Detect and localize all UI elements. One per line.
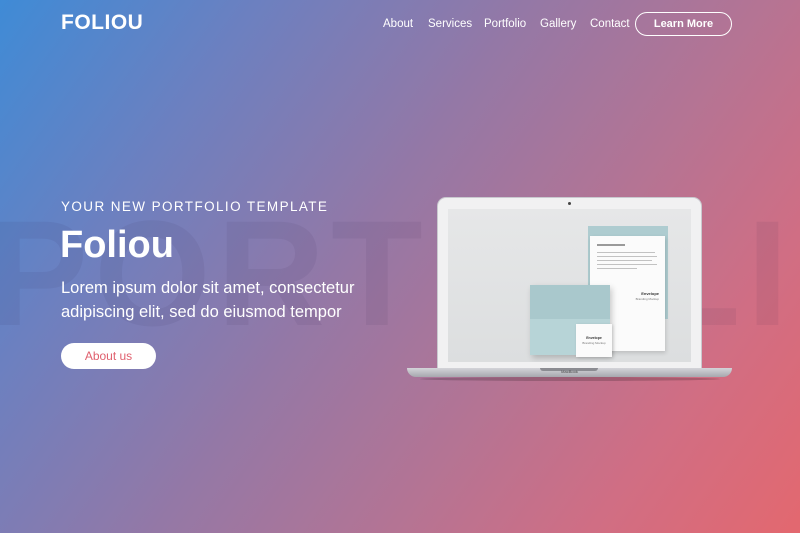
letter-text-line [597, 268, 637, 269]
laptop-shadow [420, 377, 720, 381]
laptop-screen: Envelope Branding Mockup Envelope Brandi… [448, 209, 691, 362]
laptop-camera [568, 202, 571, 205]
letter-heading-line [597, 244, 625, 246]
nav-item-contact[interactable]: Contact [590, 16, 630, 32]
logo[interactable]: FOLIOU [61, 11, 143, 35]
nav-item-services[interactable]: Services [428, 16, 472, 32]
envelope-card: Envelope Branding Mockup [576, 324, 612, 357]
nav-item-portfolio[interactable]: Portfolio [484, 16, 526, 32]
learn-more-button[interactable]: Learn More [635, 12, 732, 36]
letter-title: Envelope [641, 291, 659, 296]
card-subtitle: Branding Mockup [582, 341, 606, 345]
nav-item-gallery[interactable]: Gallery [540, 16, 576, 32]
nav-item-about[interactable]: About [383, 16, 413, 32]
letter-text-line [597, 252, 655, 253]
laptop-mockup: Envelope Branding Mockup Envelope Brandi… [437, 197, 702, 368]
hero-title: Foliou [60, 224, 174, 266]
hero-kicker: YOUR NEW PORTFOLIO TEMPLATE [61, 199, 329, 214]
laptop-brand-label: MacBook [561, 369, 578, 374]
card-title: Envelope [586, 336, 602, 340]
laptop-base: MacBook [407, 368, 732, 377]
letter-text-line [597, 260, 652, 261]
letter-text-line [597, 264, 657, 265]
envelope-flap [530, 285, 610, 319]
about-us-button[interactable]: About us [61, 343, 156, 369]
letter-text-line [597, 256, 657, 257]
hero-subtitle: Lorem ipsum dolor sit amet, consectetur … [61, 279, 355, 321]
letter-subtitle: Branding Mockup [635, 297, 659, 301]
